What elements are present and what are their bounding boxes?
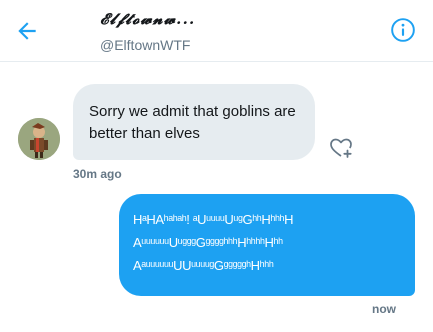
conversation-handle: @ElftownWTF	[100, 37, 191, 53]
outgoing-message-timestamp: now	[372, 302, 396, 316]
incoming-message-timestamp: 30m ago	[73, 167, 122, 181]
heart-plus-icon[interactable]	[329, 136, 353, 160]
outgoing-message-line: AᵃᵘᵘᵘᵘᵘᵘUUᵘᵘᵘᵘᵍGᵍᵍᵍᵍᵍʰHʰʰʰ	[133, 258, 274, 273]
avatar[interactable]	[18, 118, 60, 160]
conversation-header: 𝓔𝓵𝓯𝓽𝓸𝔀𝓷𝔀... @ElftownWTF	[0, 0, 433, 62]
outgoing-message-line: AᵘᵘᵘᵘᵘᵘUᵘᵍᵍᵍGᵍᵍᵍᵍʰʰʰHʰʰʰʰHʰʰ	[133, 235, 283, 250]
incoming-message-bubble[interactable]: Sorry we admit that goblins are better t…	[73, 84, 315, 160]
outgoing-message-bubble[interactable]: HᵃHAʰᵃʰᵃʰ! ᵃUᵘᵘᵘᵘUᵘᵍGʰʰHʰʰʰH AᵘᵘᵘᵘᵘᵘUᵘᵍᵍ…	[119, 194, 415, 296]
incoming-message-text: Sorry we admit that goblins are better t…	[89, 103, 296, 142]
conversation-title: 𝓔𝓵𝓯𝓽𝓸𝔀𝓷𝔀...	[100, 10, 196, 28]
info-icon[interactable]	[390, 17, 416, 43]
arrow-left-icon[interactable]	[14, 18, 40, 44]
goblin-avatar-image	[18, 118, 60, 160]
outgoing-message-line: HᵃHAʰᵃʰᵃʰ! ᵃUᵘᵘᵘᵘUᵘᵍGʰʰHʰʰʰH	[133, 212, 294, 227]
